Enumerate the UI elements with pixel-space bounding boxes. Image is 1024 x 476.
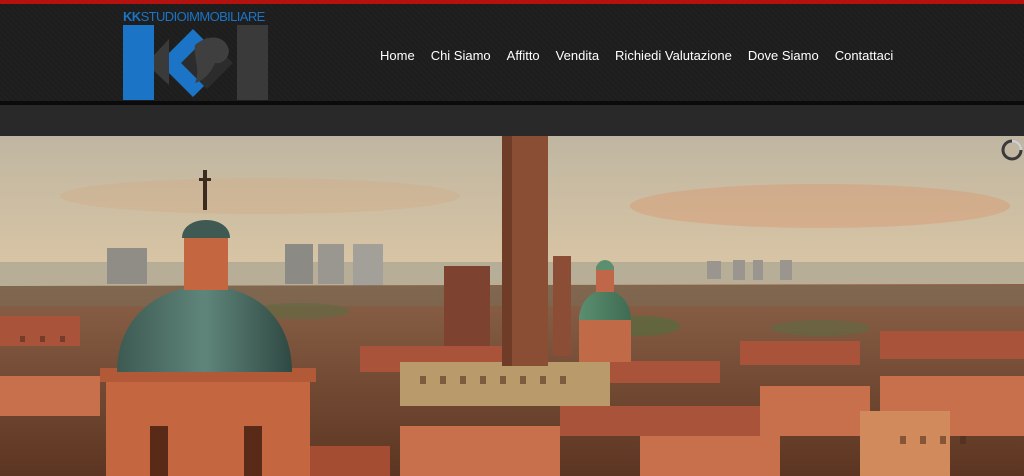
main-nav: Home Chi Siamo Affitto Vendita Richiedi … <box>380 46 909 68</box>
logo-text-studio: STUDIO <box>140 9 187 24</box>
nav-item-richiedi-valutazione[interactable]: Richiedi Valutazione <box>615 46 732 66</box>
logo-text: KKSTUDIOIMMOBILIARE <box>123 9 265 25</box>
nav-item-affitto[interactable]: Affitto <box>507 46 540 66</box>
logo-mark-icon <box>123 25 268 100</box>
loading-spinner-icon <box>1001 139 1023 161</box>
nav-item-chi-siamo[interactable]: Chi Siamo <box>431 46 491 66</box>
logo[interactable]: KKSTUDIOIMMOBILIARE <box>123 9 271 101</box>
nav-item-home[interactable]: Home <box>380 46 415 66</box>
logo-text-kk: KK <box>123 9 141 24</box>
sub-bar <box>0 105 1024 136</box>
hero-cityscape-image <box>0 136 1024 476</box>
nav-item-contattaci[interactable]: Contattaci <box>835 46 894 66</box>
logo-text-immobiliare: IMMOBILIARE <box>186 9 265 24</box>
nav-item-vendita[interactable]: Vendita <box>556 46 599 66</box>
nav-item-dove-siamo[interactable]: Dove Siamo <box>748 46 819 66</box>
